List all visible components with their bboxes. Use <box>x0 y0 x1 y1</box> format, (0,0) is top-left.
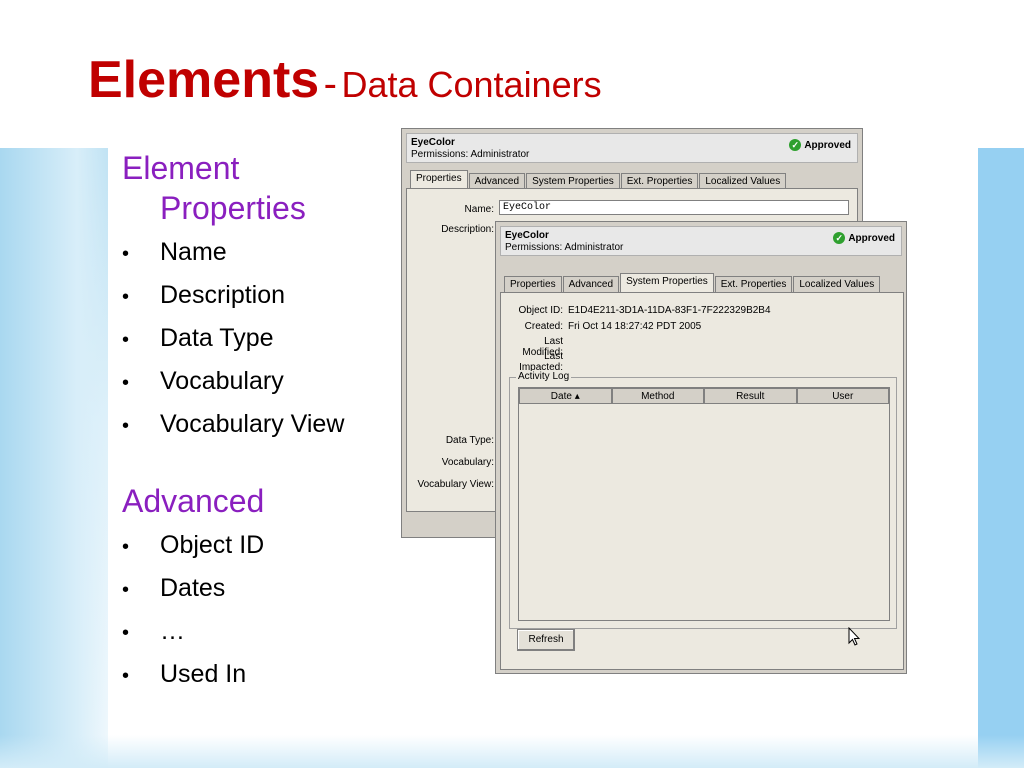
list-item-text: Data Type <box>160 324 274 352</box>
bullet-list-advanced: • Object ID • Dates •… • Used In <box>122 525 392 697</box>
list-item: • Used In <box>122 654 392 697</box>
list-item: • Object ID <box>122 525 392 568</box>
created-label: Created: <box>524 321 563 332</box>
refresh-button[interactable]: Refresh <box>517 629 575 651</box>
list-item: • Data Type <box>122 318 392 361</box>
tab-properties[interactable]: Properties <box>410 170 468 190</box>
heading-line: Element <box>122 150 240 186</box>
title-separator: - <box>323 62 337 106</box>
list-item: • Name <box>122 232 392 275</box>
last-impacted-label: Last Impacted: <box>519 351 563 373</box>
bullet-icon: • <box>122 372 130 394</box>
data-type-label: Data Type: <box>445 435 494 446</box>
list-item-text: Description <box>160 281 286 309</box>
bullet-icon: • <box>122 665 130 687</box>
sort-arrow-icon: ▴ <box>574 391 580 402</box>
section-heading-advanced: Advanced <box>122 483 265 519</box>
name-label: Name: <box>464 204 494 215</box>
table-header-row: Date ▴ Method Result User <box>519 388 889 404</box>
column-header-date[interactable]: Date ▴ <box>519 388 612 404</box>
bullet-content: Element Properties • Name • Description • D… <box>122 148 392 697</box>
list-item-text: … <box>160 617 185 645</box>
bullet-icon: • <box>122 536 130 558</box>
status-label: Approved <box>848 232 895 244</box>
check-circle-icon: ✓ <box>833 232 846 244</box>
tab-localized-values[interactable]: Localized Values <box>793 276 881 293</box>
tab-system-properties[interactable]: System Properties <box>620 273 714 293</box>
activity-log-group: Activity Log Date ▴ Method Result User <box>509 371 897 629</box>
column-header-user[interactable]: User <box>796 388 889 404</box>
title-main: Elements <box>88 51 320 109</box>
bullet-icon: • <box>122 622 130 644</box>
column-header-method[interactable]: Method <box>611 388 704 404</box>
section-heading-element-properties: Element Properties <box>122 148 392 228</box>
list-item-text: Object ID <box>160 531 265 559</box>
activity-log-title: Activity Log <box>516 371 572 382</box>
heading-line: Properties <box>160 190 306 226</box>
status-label: Approved <box>804 139 851 151</box>
list-item-text: Used In <box>160 660 247 688</box>
list-item-text: Vocabulary <box>160 367 284 395</box>
bullet-list-element-properties: • Name • Description • Data Type • Vocabular… <box>122 232 392 447</box>
bullet-icon: • <box>122 579 130 601</box>
system-properties-panel: Object ID: E1D4E211-3D1A-11DA-83F1-7F222… <box>500 292 904 670</box>
list-item: • Dates <box>122 568 392 611</box>
description-label: Description: <box>441 224 494 235</box>
tab-properties[interactable]: Properties <box>504 276 562 293</box>
created-value: Fri Oct 14 18:27:42 PDT 2005 <box>568 321 702 332</box>
element-name: EyeColor <box>505 230 549 241</box>
list-item: • Vocabulary <box>122 361 392 404</box>
dialog-header: EyeColor Permissions: Administrator ✓ Ap… <box>406 133 858 163</box>
dialog-header: EyeColor Permissions: Administrator ✓ Ap… <box>500 226 902 256</box>
bullet-icon: • <box>122 329 130 351</box>
slide-title: Elements - Data Containers <box>88 50 602 110</box>
vocabulary-label: Vocabulary: <box>441 457 494 468</box>
tab-ext-properties[interactable]: Ext. Properties <box>714 276 793 293</box>
check-circle-icon: ✓ <box>789 139 802 151</box>
list-item-text: Name <box>160 238 227 266</box>
activity-log-table: Date ▴ Method Result User <box>518 387 890 621</box>
dialog-tabs: Properties Advanced System Properties Ex… <box>504 273 881 293</box>
approved-status: ✓ Approved <box>789 139 851 151</box>
list-item: •… <box>122 611 392 654</box>
slide-background-bottom <box>0 735 1024 768</box>
slide-background-left <box>0 148 110 768</box>
title-subtitle: Data Containers <box>341 64 602 105</box>
approved-status: ✓ Approved <box>833 232 895 244</box>
list-item-text: Dates <box>160 574 226 602</box>
slide-background-right <box>976 148 1024 768</box>
element-dialog-system-properties: EyeColor Permissions: Administrator ✓ Ap… <box>495 221 907 674</box>
object-id-value: E1D4E211-3D1A-11DA-83F1-7F222329B2B4 <box>568 305 771 316</box>
permissions-text: Permissions: Administrator <box>411 149 530 160</box>
mouse-pointer-icon <box>848 626 861 653</box>
bullet-icon: • <box>122 286 130 308</box>
permissions-text: Permissions: Administrator <box>505 242 624 253</box>
column-header-result[interactable]: Result <box>704 388 797 404</box>
bullet-icon: • <box>122 243 130 265</box>
bullet-icon: • <box>122 415 130 437</box>
tab-advanced[interactable]: Advanced <box>562 276 620 293</box>
name-field[interactable]: EyeColor <box>499 200 849 215</box>
list-item-text: Vocabulary View <box>160 410 345 438</box>
vocabulary-view-label: Vocabulary View: <box>417 479 494 490</box>
object-id-label: Object ID: <box>518 305 563 316</box>
list-item: • Vocabulary View <box>122 404 392 447</box>
list-item: • Description <box>122 275 392 318</box>
element-name: EyeColor <box>411 137 455 148</box>
